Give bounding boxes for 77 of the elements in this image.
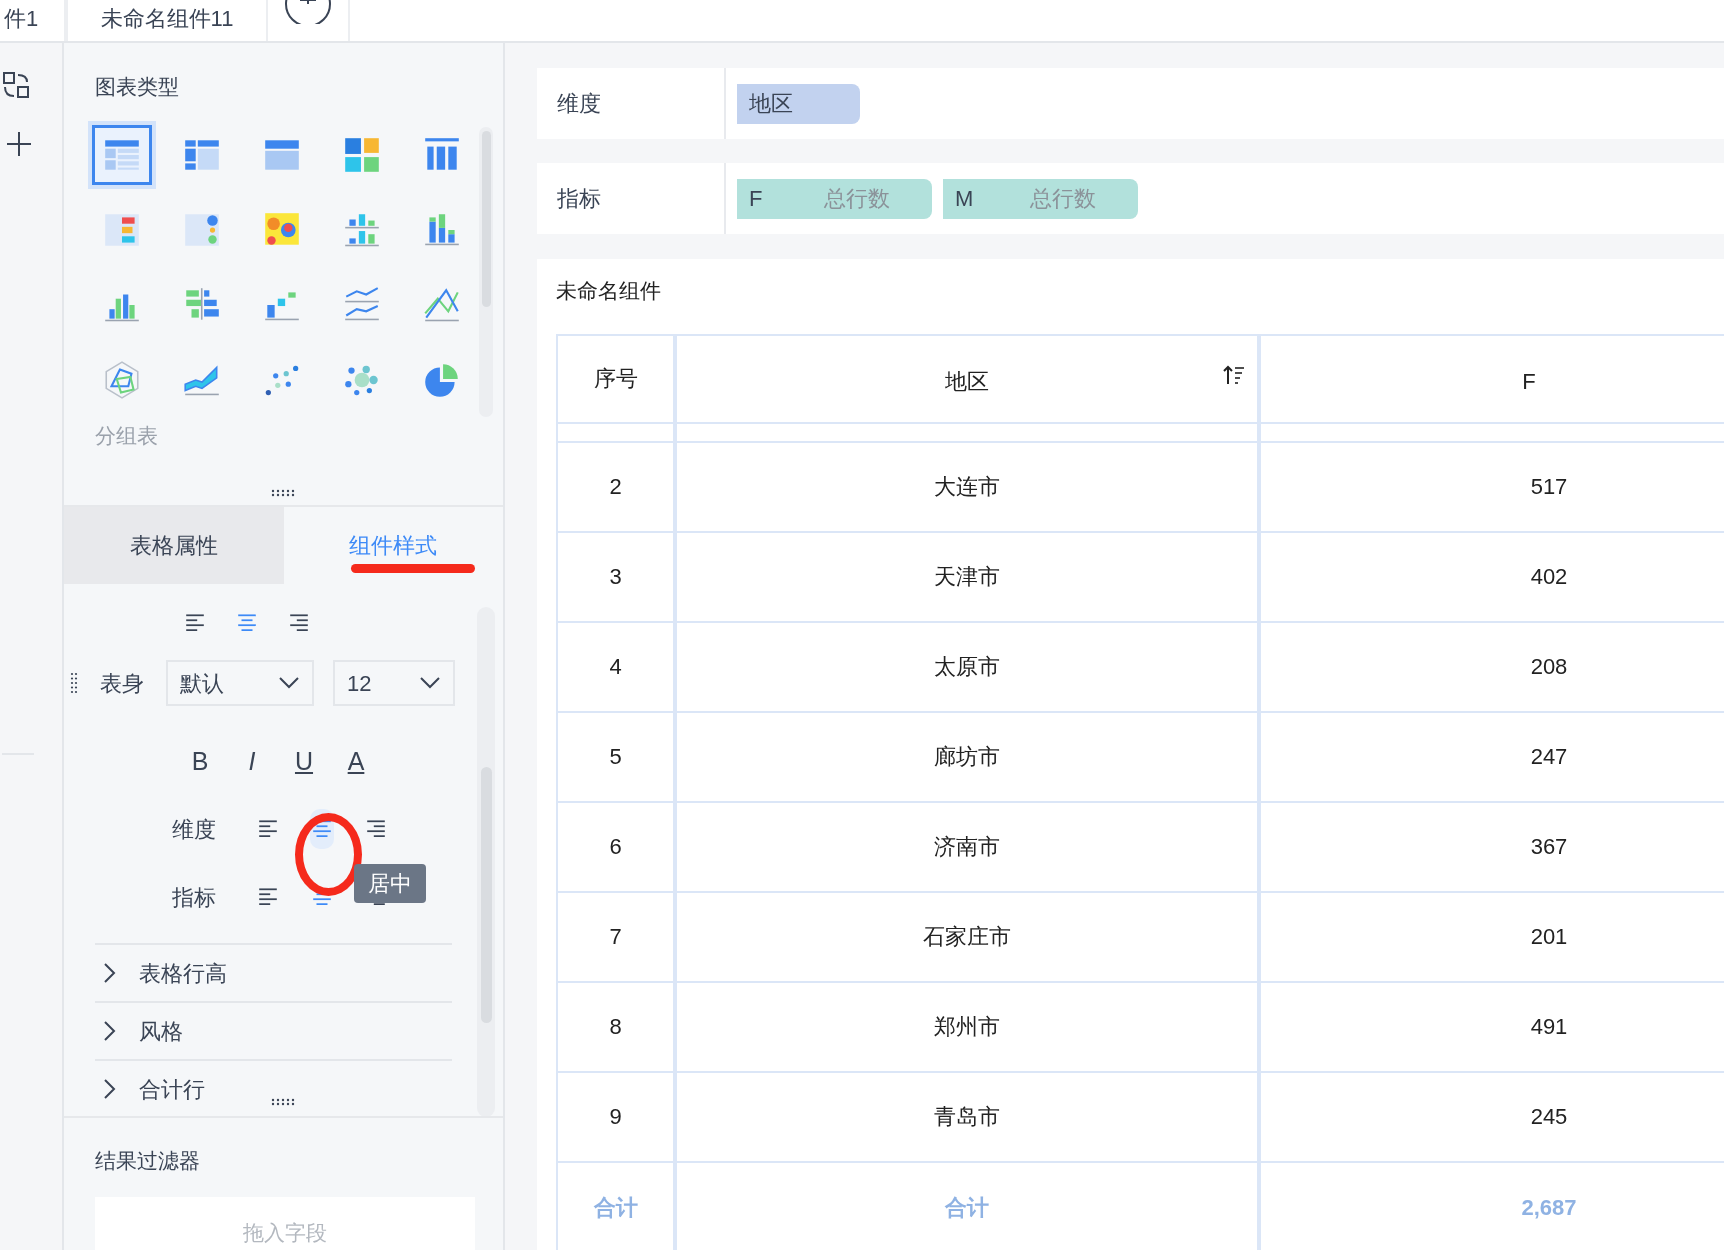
table-cell: 7 xyxy=(558,892,677,981)
chevron-right-icon xyxy=(103,1020,117,1042)
table-cell: 天津市 xyxy=(677,532,1261,621)
chevron-down-icon xyxy=(419,676,441,690)
field-label: 表身 xyxy=(100,669,144,698)
field-label: 指标 xyxy=(172,883,216,912)
table-cell: 青岛市 xyxy=(677,1072,1261,1161)
table-cell: 廊坊市 xyxy=(677,712,1261,801)
table-cell: 济南市 xyxy=(677,802,1261,891)
table-cell: 201 xyxy=(1261,892,1724,981)
shelf-label: 维度 xyxy=(557,90,601,118)
column-header[interactable]: F xyxy=(1261,335,1724,422)
table-cell: 5 xyxy=(558,712,677,801)
sort-icon[interactable] xyxy=(1223,363,1245,386)
font-select[interactable]: 默认 xyxy=(166,660,314,706)
add-icon[interactable] xyxy=(6,131,32,157)
align-center-icon[interactable] xyxy=(236,613,258,633)
table-cell: 8 xyxy=(558,982,677,1071)
measure-name: F xyxy=(749,185,764,213)
collapsible-section[interactable]: 合计行 xyxy=(95,1059,452,1116)
table-cell: 郑州市 xyxy=(677,982,1261,1071)
aggregation-label: 总行数 xyxy=(1030,185,1096,213)
table-cell: 402 xyxy=(1261,532,1724,621)
table-cell: 石家庄市 xyxy=(677,892,1261,981)
table-cell: 208 xyxy=(1261,622,1724,711)
document-tab[interactable]: 未命名组件11 xyxy=(68,0,268,41)
field-label: 维度 xyxy=(172,815,216,844)
table-cell: 太原市 xyxy=(677,622,1261,711)
align-left-icon[interactable] xyxy=(184,613,206,633)
component-title: 未命名组件 xyxy=(556,278,662,304)
table-cell: 491 xyxy=(1261,982,1724,1071)
column-header[interactable]: 序号 xyxy=(558,335,677,422)
chevron-down-icon xyxy=(278,676,300,690)
text-style-button[interactable]: I xyxy=(226,746,278,776)
table-cell: 247 xyxy=(1261,712,1724,801)
section-title: 结果过滤器 xyxy=(95,1148,201,1174)
align-right-icon[interactable] xyxy=(365,819,387,839)
chevron-right-icon xyxy=(103,1078,117,1100)
total-cell: 2,687 xyxy=(1261,1162,1724,1250)
table-cell: 9 xyxy=(558,1072,677,1161)
table-cell: 6 xyxy=(558,802,677,891)
add-tab-icon[interactable] xyxy=(284,0,332,24)
chart-type-caption: 分组表 xyxy=(95,422,159,449)
measure-chip[interactable]: M 总行数 xyxy=(943,178,1138,219)
table-cell: 2 xyxy=(558,442,677,531)
aggregation-label: 总行数 xyxy=(824,185,890,213)
align-left-icon[interactable] xyxy=(257,887,279,907)
table-cell: 245 xyxy=(1261,1072,1724,1161)
table-cell: 3 xyxy=(558,532,677,621)
text-style-button[interactable]: B xyxy=(174,746,226,776)
text-style-button[interactable]: U xyxy=(278,746,330,776)
drag-handle-icon[interactable] xyxy=(270,1098,296,1106)
collapsible-section[interactable]: 风格 xyxy=(95,1001,452,1059)
table-cell: 大连市 xyxy=(677,442,1261,531)
dimension-chip[interactable]: 地区 xyxy=(737,83,860,124)
scrollbar-thumb[interactable] xyxy=(481,131,491,307)
collapsible-section[interactable]: 表格行高 xyxy=(95,943,452,1001)
table-cell: 517 xyxy=(1261,442,1724,531)
align-left-icon[interactable] xyxy=(257,819,279,839)
drag-handle-icon[interactable] xyxy=(270,489,296,497)
swap-icon[interactable] xyxy=(2,71,32,101)
table-cell: 367 xyxy=(1261,802,1724,891)
text-style-button[interactable]: A xyxy=(330,746,382,776)
column-header[interactable]: 地区 xyxy=(677,335,1261,422)
total-cell: 合计 xyxy=(677,1162,1261,1250)
measure-chip[interactable]: F 总行数 xyxy=(737,178,932,219)
drag-handle-icon[interactable] xyxy=(70,671,78,695)
tooltip: 居中 xyxy=(354,864,426,903)
panel-title: 图表类型 xyxy=(95,74,180,100)
chevron-right-icon xyxy=(103,962,117,984)
panel-tab[interactable]: 表格属性 xyxy=(64,507,284,584)
size-select[interactable]: 12 xyxy=(333,660,455,706)
table-cell: 4 xyxy=(558,622,677,711)
total-cell: 合计 xyxy=(558,1162,677,1250)
measure-name: M xyxy=(955,185,975,213)
shelf-label: 指标 xyxy=(557,185,601,213)
align-right-icon[interactable] xyxy=(288,613,310,633)
